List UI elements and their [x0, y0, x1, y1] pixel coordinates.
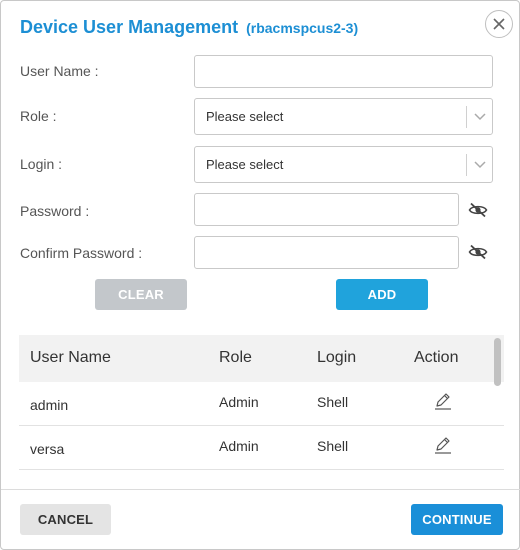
table-header: User Name Role Login Action — [19, 335, 504, 382]
column-header-login: Login — [317, 349, 357, 366]
column-header-action: Action — [414, 349, 459, 366]
password-input[interactable] — [194, 193, 459, 226]
role-label: Role : — [20, 108, 57, 124]
cancel-button[interactable]: CANCEL — [20, 504, 111, 535]
column-header-username: User Name — [30, 349, 111, 366]
pencil-icon[interactable] — [433, 391, 453, 411]
add-button[interactable]: ADD — [336, 279, 428, 310]
cell-username: versa — [30, 441, 65, 457]
username-input[interactable] — [194, 55, 493, 88]
cell-role: Admin — [219, 394, 259, 410]
login-select[interactable]: Please select — [194, 146, 493, 183]
dialog-header: Device User Management (rbacmspcus2-3) — [20, 17, 358, 38]
role-select[interactable]: Please select — [194, 98, 493, 135]
close-button[interactable] — [485, 10, 513, 38]
cell-role: Admin — [219, 438, 259, 454]
footer-divider — [1, 489, 520, 490]
chevron-down-icon — [467, 160, 492, 169]
username-label: User Name : — [20, 63, 99, 79]
confirm-password-label: Confirm Password : — [20, 245, 143, 261]
cell-login: Shell — [317, 394, 349, 410]
confirm-password-input[interactable] — [194, 236, 459, 269]
eye-slash-icon[interactable] — [468, 244, 488, 260]
role-select-value: Please select — [206, 109, 284, 124]
clear-button[interactable]: CLEAR — [95, 279, 187, 310]
cell-username: admin — [30, 397, 69, 413]
scrollbar-thumb[interactable] — [494, 338, 501, 386]
device-user-management-dialog: Device User Management (rbacmspcus2-3) U… — [0, 0, 520, 550]
password-label: Password : — [20, 203, 90, 219]
dialog-title: Device User Management — [20, 17, 239, 37]
users-table: User Name Role Login Action admin Admin … — [19, 335, 504, 470]
close-icon — [493, 18, 505, 30]
continue-button[interactable]: CONTINUE — [411, 504, 503, 535]
cell-login: Shell — [317, 438, 349, 454]
column-header-role: Role — [219, 349, 252, 366]
pencil-icon[interactable] — [433, 435, 453, 455]
table-row: versa Admin Shell — [19, 426, 504, 470]
chevron-down-icon — [467, 112, 492, 121]
device-name: (rbacmspcus2-3) — [246, 20, 359, 36]
login-label: Login : — [20, 156, 63, 172]
table-row: admin Admin Shell — [19, 382, 504, 426]
login-select-value: Please select — [206, 157, 284, 172]
eye-slash-icon[interactable] — [468, 202, 488, 218]
